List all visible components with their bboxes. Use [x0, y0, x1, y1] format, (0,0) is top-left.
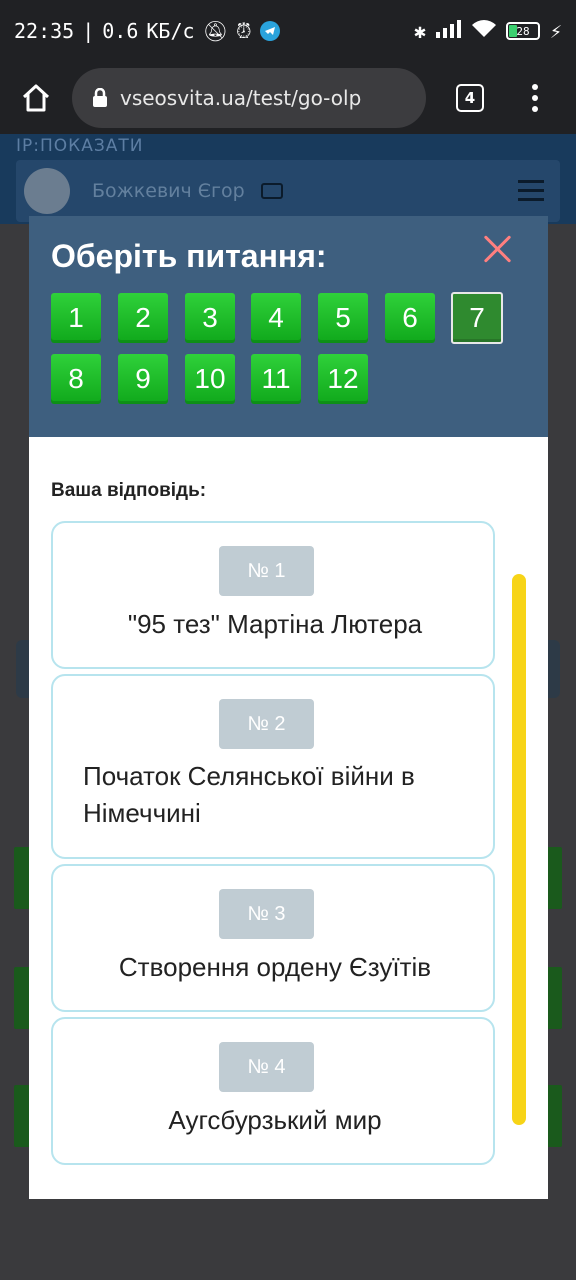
browser-menu-button[interactable] [532, 84, 538, 112]
avatar[interactable] [24, 168, 70, 214]
option-number: № 2 [219, 699, 314, 749]
alarm-icon: ⏰︎ [235, 19, 252, 43]
network-speed-unit: КБ/с [146, 19, 195, 43]
ip-show-link[interactable]: IP:ПОКАЗАТИ [16, 136, 144, 156]
status-bar: 22:35 | 0.6 КБ/с 🔕︎ ⏰︎ ✱ 28 ⚡︎ [0, 0, 576, 62]
user-name[interactable]: Божкевич Єгор [92, 180, 245, 202]
question-button-9[interactable]: 9 [118, 354, 168, 404]
mute-icon: 🔕︎ [202, 19, 228, 43]
signal-icon [435, 19, 462, 43]
question-picker-modal: Оберіть питання: 1 2 3 4 5 6 7 8 9 10 11… [29, 216, 548, 1199]
address-bar[interactable]: vseosvita.ua/test/go-olp [72, 68, 426, 128]
lock-icon [93, 88, 107, 107]
user-bar: Божкевич Єгор [16, 160, 560, 222]
close-icon[interactable] [482, 234, 512, 264]
option-number: № 4 [219, 1042, 314, 1092]
site-header: IP:ПОКАЗАТИ Божкевич Єгор [0, 134, 576, 224]
option-number: № 1 [219, 546, 314, 596]
question-button-8[interactable]: 8 [51, 354, 101, 404]
modal-header: Оберіть питання: 1 2 3 4 5 6 7 8 9 10 11… [29, 216, 548, 437]
question-button-5[interactable]: 5 [318, 293, 368, 343]
option-text: "95 тез" Мартіна Лютера [127, 609, 423, 639]
question-button-10[interactable]: 10 [185, 354, 235, 404]
question-button-1[interactable]: 1 [51, 293, 101, 343]
wifi-icon [471, 19, 496, 43]
browser-toolbar: vseosvita.ua/test/go-olp 4 [0, 62, 576, 134]
question-button-2[interactable]: 2 [118, 293, 168, 343]
answer-option-3[interactable]: № 3 Створення ордену Єзуїтів [51, 864, 495, 1012]
question-button-11[interactable]: 11 [251, 354, 301, 404]
modal-title: Оберіть питання: [51, 238, 327, 274]
charging-icon: ⚡︎ [549, 19, 562, 43]
option-text: Початок Селянської війни в Німеччині [83, 761, 415, 828]
home-button[interactable] [0, 62, 72, 134]
question-button-12[interactable]: 12 [318, 354, 368, 404]
chat-icon[interactable] [260, 183, 283, 199]
option-text: Аугсбурзький мир [168, 1105, 382, 1135]
bluetooth-icon: ✱ [413, 19, 426, 43]
answer-option-2[interactable]: № 2 Початок Селянської війни в Німеччині [51, 674, 495, 859]
network-speed: 0.6 [102, 19, 139, 43]
answer-label: Ваша відповідь: [51, 480, 207, 501]
dot-icon [532, 84, 538, 90]
telegram-icon [259, 21, 280, 41]
home-icon [22, 84, 50, 112]
battery-icon: 28 [505, 22, 540, 40]
hamburger-menu-icon[interactable] [518, 180, 544, 207]
battery-level: 28 [516, 24, 530, 38]
answer-option-4[interactable]: № 4 Аугсбурзький мир [51, 1017, 495, 1165]
dot-icon [532, 106, 538, 112]
tab-switcher-button[interactable]: 4 [456, 84, 484, 112]
dot-icon [532, 95, 538, 101]
question-button-3[interactable]: 3 [185, 293, 235, 343]
answer-option-1[interactable]: № 1 "95 тез" Мартіна Лютера [51, 521, 495, 669]
question-button-4[interactable]: 4 [251, 293, 301, 343]
tab-count: 4 [464, 89, 476, 107]
url-text: vseosvita.ua/test/go-olp [120, 86, 362, 110]
scrollbar-thumb[interactable] [512, 574, 526, 1125]
option-number: № 3 [219, 889, 314, 939]
option-text: Створення ордену Єзуїтів [118, 952, 432, 982]
status-separator: | [82, 19, 95, 43]
question-button-6[interactable]: 6 [385, 293, 435, 343]
question-button-7-active[interactable]: 7 [451, 292, 503, 344]
status-time: 22:35 [14, 19, 75, 43]
